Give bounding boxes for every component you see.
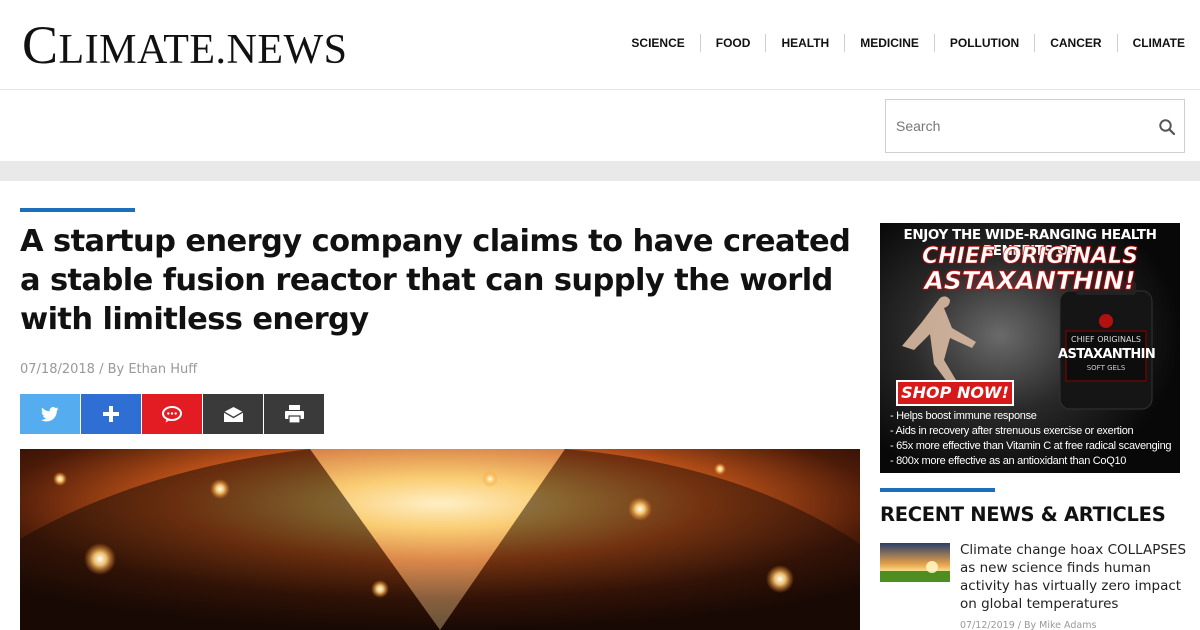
- news-item-meta: 07/12/2019 / By Mike Adams: [960, 620, 1096, 630]
- ad-product-name: ASTAXANTHIN!: [924, 266, 1136, 296]
- bottle-product-label: ASTAXANTHIN: [1058, 347, 1156, 362]
- sidebar-accent-bar: [880, 488, 995, 492]
- byline-separator: / By: [94, 362, 129, 377]
- comment-icon: [162, 405, 182, 423]
- news-item-date: 07/12/2019: [960, 620, 1015, 630]
- twitter-icon: [41, 406, 59, 422]
- ad-benefit-item: - Aids in recovery after strenuous exerc…: [890, 425, 1134, 437]
- ad-benefit-item: - Helps boost immune response: [890, 410, 1037, 422]
- news-item-author[interactable]: Mike Adams: [1039, 620, 1096, 630]
- site-header: CLIMATE.NEWS SCIENCE FOOD HEALTH MEDICIN…: [0, 0, 1200, 90]
- nav-item-medicine[interactable]: MEDICINE: [844, 34, 934, 52]
- news-item-title[interactable]: Climate change hoax COLLAPSES as new sci…: [960, 541, 1188, 613]
- envelope-icon: [223, 406, 243, 422]
- article-byline: 07/18/2018 / By Ethan Huff: [20, 362, 197, 377]
- search-input[interactable]: [896, 100, 1146, 152]
- ad-benefit-item: - 800x more effective as an antioxidant …: [890, 455, 1127, 467]
- main-nav: SCIENCE FOOD HEALTH MEDICINE POLLUTION C…: [616, 34, 1200, 52]
- ad-benefit-item: - 65x more effective than Vitamin C at f…: [890, 440, 1172, 452]
- nav-item-climate[interactable]: CLIMATE: [1116, 34, 1200, 52]
- search-box: [885, 99, 1185, 153]
- bottle-sub-label: SOFT GELS: [1086, 364, 1126, 372]
- headline-accent-bar: [20, 208, 135, 212]
- shop-now-button[interactable]: SHOP NOW!: [896, 380, 1014, 406]
- nav-item-science[interactable]: SCIENCE: [616, 34, 699, 52]
- article-date: 07/18/2018: [20, 362, 95, 377]
- print-button[interactable]: [264, 394, 324, 434]
- twitter-share-button[interactable]: [20, 394, 80, 434]
- logo-initial: C: [22, 15, 59, 75]
- more-share-button[interactable]: [81, 394, 141, 434]
- recent-news-heading: RECENT NEWS & ARTICLES: [880, 503, 1166, 526]
- bottle-brand-label: CHIEF ORIGINALS: [1071, 335, 1141, 344]
- nav-item-food[interactable]: FOOD: [699, 34, 766, 52]
- comment-button[interactable]: [142, 394, 202, 434]
- section-divider: [0, 161, 1200, 181]
- share-buttons: [20, 394, 325, 434]
- plus-icon: [103, 406, 119, 422]
- email-share-button[interactable]: [203, 394, 263, 434]
- search-icon[interactable]: [1158, 118, 1176, 136]
- ad-benefits-list: - Helps boost immune response - Aids in …: [890, 409, 1172, 469]
- article-headline: A startup energy company claims to have …: [20, 224, 851, 337]
- news-thumbnail[interactable]: [880, 543, 950, 582]
- news-meta-separator: / By: [1014, 620, 1040, 630]
- logo-text: LIMATE.NEWS: [58, 27, 348, 73]
- nav-item-cancer[interactable]: CANCER: [1034, 34, 1116, 52]
- article-author[interactable]: Ethan Huff: [128, 362, 197, 377]
- search-band: [0, 91, 1200, 161]
- printer-icon: [284, 405, 304, 423]
- astaxanthin-ad-banner[interactable]: ENJOY THE WIDE-RANGING HEALTH BENEFITS O…: [880, 223, 1180, 473]
- site-logo[interactable]: CLIMATE.NEWS: [22, 18, 348, 72]
- nav-item-health[interactable]: HEALTH: [765, 34, 844, 52]
- nav-item-pollution[interactable]: POLLUTION: [933, 34, 1034, 52]
- article-hero-image: [20, 449, 860, 630]
